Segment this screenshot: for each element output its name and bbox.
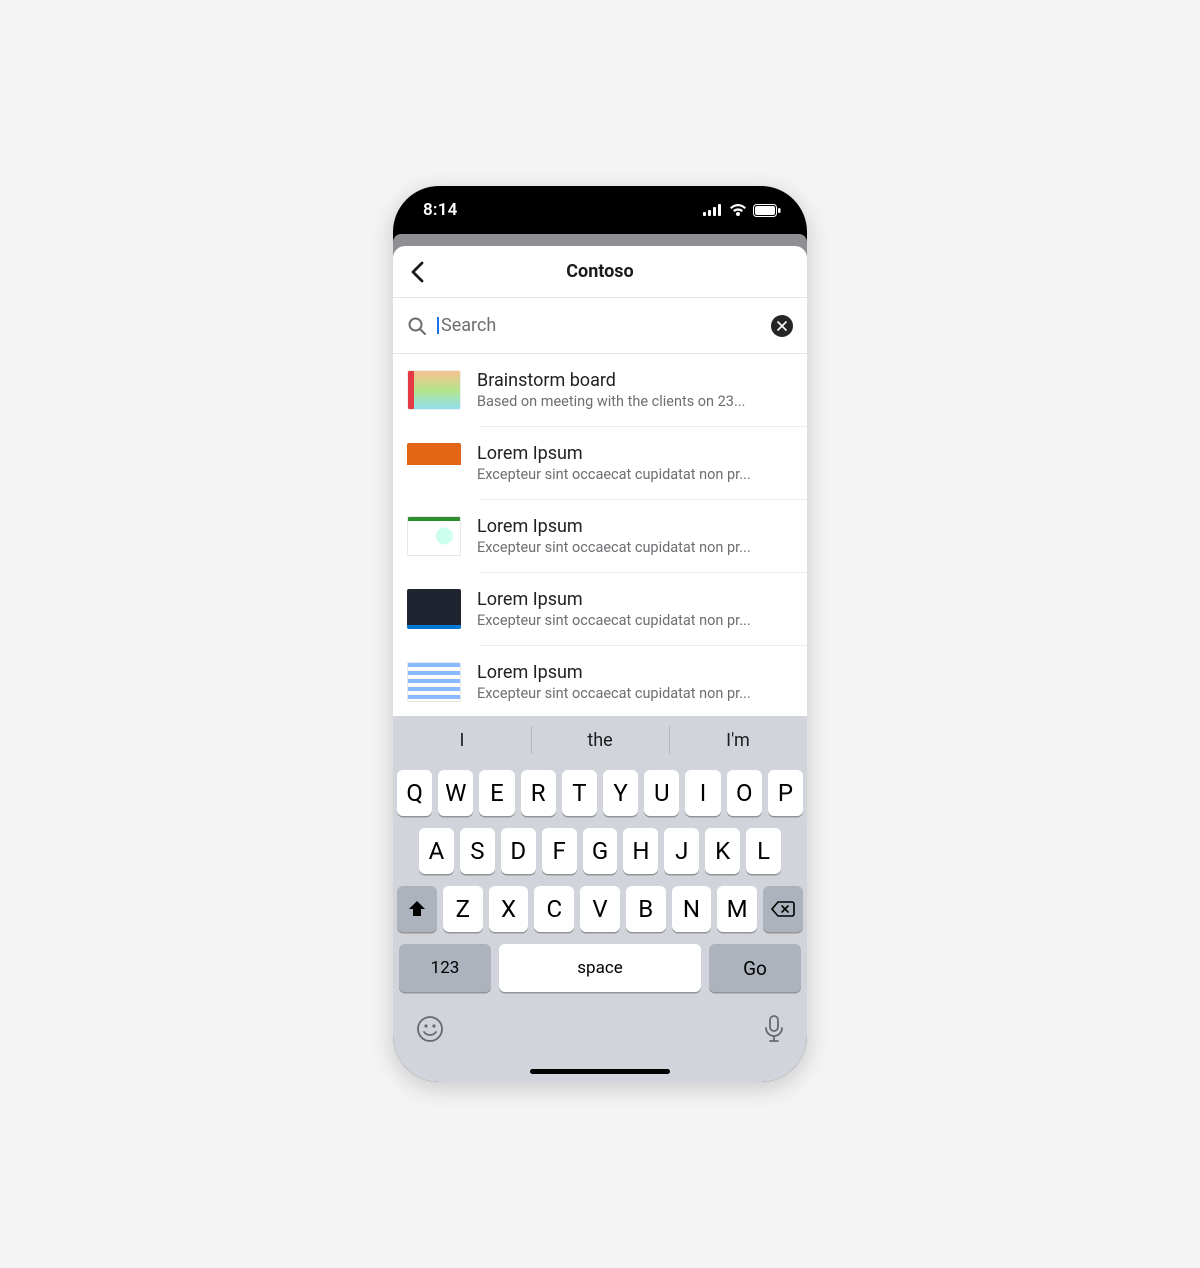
home-indicator[interactable] bbox=[530, 1069, 670, 1074]
keyboard-row-1: Q W E R T Y U I O P bbox=[397, 770, 803, 816]
key-y[interactable]: Y bbox=[603, 770, 638, 816]
item-title: Lorem Ipsum bbox=[477, 516, 793, 537]
mic-icon[interactable] bbox=[763, 1014, 785, 1044]
key-x[interactable]: X bbox=[489, 886, 529, 932]
item-title: Lorem Ipsum bbox=[477, 589, 793, 610]
key-r[interactable]: R bbox=[521, 770, 556, 816]
space-key[interactable]: space bbox=[499, 944, 701, 992]
list-item[interactable]: Lorem Ipsum Excepteur sint occaecat cupi… bbox=[407, 500, 807, 572]
suggestion[interactable]: I bbox=[393, 716, 531, 764]
item-subtitle: Excepteur sint occaecat cupidatat non pr… bbox=[477, 612, 793, 629]
key-t[interactable]: T bbox=[562, 770, 597, 816]
key-k[interactable]: K bbox=[705, 828, 740, 874]
thumbnail bbox=[407, 662, 461, 702]
backspace-icon bbox=[771, 900, 795, 918]
status-time: 8:14 bbox=[423, 200, 458, 220]
item-subtitle: Based on meeting with the clients on 23.… bbox=[477, 393, 793, 410]
item-title: Lorem Ipsum bbox=[477, 443, 793, 464]
battery-icon bbox=[753, 204, 781, 217]
list-item[interactable]: Lorem Ipsum Excepteur sint occaecat cupi… bbox=[407, 573, 807, 645]
key-j[interactable]: J bbox=[664, 828, 699, 874]
key-a[interactable]: A bbox=[419, 828, 454, 874]
backspace-key[interactable] bbox=[763, 886, 803, 932]
status-icons bbox=[703, 204, 781, 217]
key-d[interactable]: D bbox=[501, 828, 536, 874]
key-u[interactable]: U bbox=[644, 770, 679, 816]
thumbnail bbox=[407, 370, 461, 410]
key-c[interactable]: C bbox=[534, 886, 574, 932]
key-o[interactable]: O bbox=[727, 770, 762, 816]
chevron-left-icon bbox=[410, 261, 424, 283]
shift-key[interactable] bbox=[397, 886, 437, 932]
item-subtitle: Excepteur sint occaecat cupidatat non pr… bbox=[477, 539, 793, 556]
thumbnail bbox=[407, 443, 461, 483]
item-title: Lorem Ipsum bbox=[477, 662, 793, 683]
go-key[interactable]: Go bbox=[709, 944, 801, 992]
list-item[interactable]: Lorem Ipsum Excepteur sint occaecat cupi… bbox=[407, 646, 807, 716]
phone-frame: 8:14 Contoso Search Brainsto bbox=[393, 186, 807, 1082]
clear-search-button[interactable] bbox=[771, 315, 793, 337]
key-m[interactable]: M bbox=[717, 886, 757, 932]
emoji-icon[interactable] bbox=[415, 1014, 445, 1044]
key-s[interactable]: S bbox=[460, 828, 495, 874]
numbers-key[interactable]: 123 bbox=[399, 944, 491, 992]
suggestion-bar: I the I'm bbox=[393, 716, 807, 764]
thumbnail bbox=[407, 589, 461, 629]
status-bar: 8:14 bbox=[393, 186, 807, 234]
wifi-icon bbox=[729, 204, 747, 216]
search-icon bbox=[407, 316, 427, 336]
search-bar[interactable]: Search bbox=[393, 298, 807, 354]
close-icon bbox=[777, 321, 787, 331]
keyboard-row-4: 123 space Go bbox=[397, 944, 803, 992]
thumbnail bbox=[407, 516, 461, 556]
results-list: Brainstorm board Based on meeting with t… bbox=[393, 354, 807, 716]
key-g[interactable]: G bbox=[583, 828, 618, 874]
key-q[interactable]: Q bbox=[397, 770, 432, 816]
key-z[interactable]: Z bbox=[443, 886, 483, 932]
keyboard: I the I'm Q W E R T Y U I O P A S D F bbox=[393, 716, 807, 1082]
keyboard-row-2: A S D F G H J K L bbox=[397, 828, 803, 874]
key-l[interactable]: L bbox=[746, 828, 781, 874]
keyboard-row-3: Z X C V B N M bbox=[397, 886, 803, 932]
key-f[interactable]: F bbox=[542, 828, 577, 874]
item-subtitle: Excepteur sint occaecat cupidatat non pr… bbox=[477, 685, 793, 702]
key-n[interactable]: N bbox=[672, 886, 712, 932]
shift-icon bbox=[407, 900, 427, 918]
key-e[interactable]: E bbox=[479, 770, 514, 816]
content-sheet: Contoso Search Brainstorm board Based on… bbox=[393, 246, 807, 716]
list-item[interactable]: Brainstorm board Based on meeting with t… bbox=[407, 354, 807, 426]
key-p[interactable]: P bbox=[768, 770, 803, 816]
key-v[interactable]: V bbox=[580, 886, 620, 932]
back-button[interactable] bbox=[393, 246, 441, 297]
nav-bar: Contoso bbox=[393, 246, 807, 298]
list-item[interactable]: Lorem Ipsum Excepteur sint occaecat cupi… bbox=[407, 427, 807, 499]
cellular-icon bbox=[703, 204, 723, 216]
item-title: Brainstorm board bbox=[477, 370, 793, 391]
item-subtitle: Excepteur sint occaecat cupidatat non pr… bbox=[477, 466, 793, 483]
search-input[interactable]: Search bbox=[437, 315, 761, 336]
key-w[interactable]: W bbox=[438, 770, 473, 816]
suggestion[interactable]: the bbox=[531, 716, 669, 764]
key-i[interactable]: I bbox=[685, 770, 720, 816]
key-b[interactable]: B bbox=[626, 886, 666, 932]
suggestion[interactable]: I'm bbox=[669, 716, 807, 764]
key-h[interactable]: H bbox=[623, 828, 658, 874]
page-title: Contoso bbox=[393, 261, 807, 282]
